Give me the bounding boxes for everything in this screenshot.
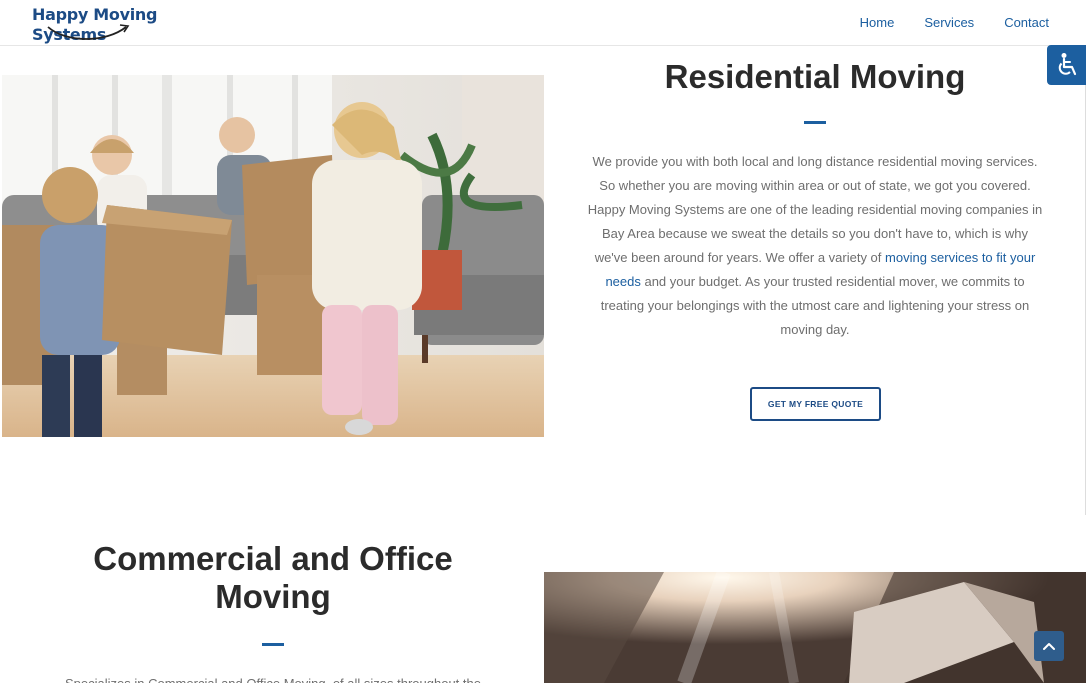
chevron-up-icon: [1043, 643, 1055, 650]
get-free-quote-button[interactable]: GET MY FREE QUOTE: [750, 387, 881, 421]
nav-home[interactable]: Home: [860, 15, 895, 30]
residential-paragraph: We provide you with both local and long …: [584, 150, 1046, 342]
main-nav: Home Services Contact: [860, 0, 1086, 44]
nav-services[interactable]: Services: [924, 15, 974, 30]
commercial-section: Commercial and Office Moving Specializes…: [48, 540, 498, 683]
residential-section: Residential Moving We provide you with b…: [584, 58, 1046, 342]
site-header: Happy Moving Systems Home Services Conta…: [0, 0, 1086, 46]
commercial-paragraph: Specializes in Commercial and Office Mov…: [48, 672, 498, 683]
title-divider: [804, 121, 826, 124]
nav-contact[interactable]: Contact: [1004, 15, 1049, 30]
logo[interactable]: Happy Moving Systems: [32, 5, 232, 44]
logo-swoosh-icon: [47, 24, 130, 40]
residential-paragraph-start: We provide you with both local and long …: [587, 154, 1043, 265]
wheelchair-icon: [1058, 53, 1076, 76]
title-divider: [262, 643, 284, 646]
residential-paragraph-end: and your budget. As your trusted residen…: [600, 274, 1030, 337]
residential-title: Residential Moving: [664, 58, 966, 95]
commercial-boxes-photo: [544, 572, 1086, 683]
scroll-to-top-button[interactable]: [1034, 631, 1064, 661]
commercial-title: Commercial and Office Moving: [93, 540, 453, 615]
residential-family-photo: [2, 75, 544, 437]
accessibility-button[interactable]: [1047, 45, 1086, 85]
